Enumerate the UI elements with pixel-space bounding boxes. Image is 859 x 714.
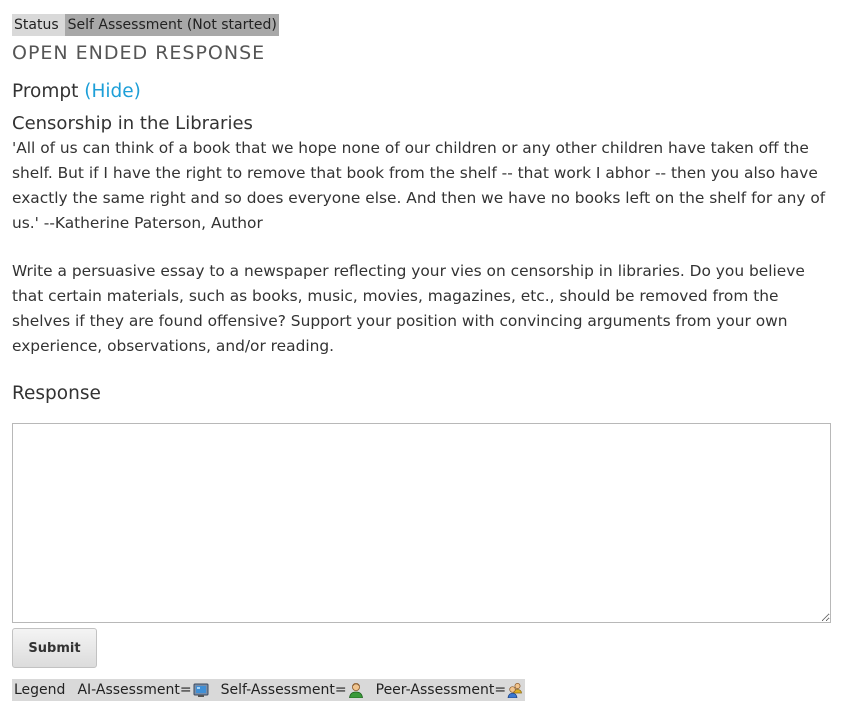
prompt-heading-label: Prompt (12, 81, 79, 102)
prompt-title: Censorship in the Libraries (12, 113, 253, 134)
section-title: OPEN ENDED RESPONSE (12, 42, 266, 64)
legend-label: Legend (14, 682, 66, 698)
status-label: Status (14, 17, 59, 33)
legend-item-ai: AI-Assessment= (77, 682, 209, 698)
legend-item-peer-label: Peer-Assessment= (375, 682, 507, 698)
prompt-heading: Prompt (Hide) (12, 79, 831, 105)
legend-item-ai-label: AI-Assessment= (77, 682, 192, 698)
status-bar: Status Self Assessment (Not started) (12, 14, 279, 36)
hide-prompt-link[interactable]: (Hide) (84, 81, 141, 102)
legend-item-peer: Peer-Assessment= (375, 682, 523, 699)
response-textarea[interactable] (12, 423, 831, 623)
prompt-instructions: Write a persuasive essay to a newspaper … (12, 262, 805, 355)
prompt-quote: 'All of us can think of a book that we h… (12, 139, 826, 232)
legend-item-self: Self-Assessment= (220, 682, 364, 699)
response-heading: Response (12, 383, 101, 404)
legend-item-self-label: Self-Assessment= (220, 682, 347, 698)
people-icon (507, 682, 523, 699)
person-icon (348, 682, 364, 699)
legend-bar: Legend AI-Assessment= Self-Assessment= P… (12, 679, 526, 701)
prompt-text: 'All of us can think of a book that we h… (12, 136, 831, 359)
submit-button[interactable]: Submit (12, 628, 97, 668)
status-value: Self Assessment (Not started) (64, 14, 279, 36)
open-ended-response-module: Status Self Assessment (Not started) OPE… (12, 14, 831, 701)
computer-icon (193, 682, 209, 698)
